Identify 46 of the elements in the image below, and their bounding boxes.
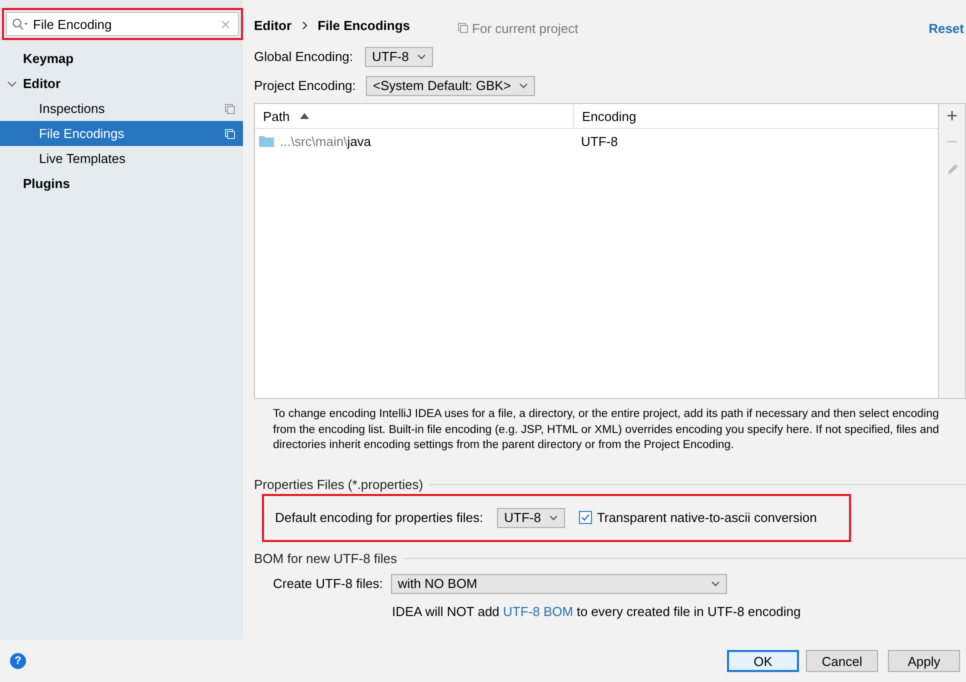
reset-link[interactable]: Reset [928,20,964,36]
bom-link[interactable]: UTF-8 BOM [503,604,574,618]
field-label: Default encoding for properties files: [275,510,484,525]
chevron-icon [416,54,426,60]
sort-up-icon [300,113,309,119]
dropdown[interactable]: UTF-8 [497,508,565,528]
breadcrumb-item[interactable]: File Encodings [318,18,410,32]
dialog-button[interactable]: Cancel [806,650,878,672]
folder-icon [259,135,274,147]
column-header[interactable]: Encoding [574,104,636,128]
column-header[interactable]: Path [255,104,574,128]
scope-note: For current project [472,20,578,36]
field-label: Project Encoding: [254,78,356,93]
chevron-icon [548,514,558,520]
dropdown[interactable]: UTF-8 [365,46,433,66]
search-field[interactable]: File Encoding [6,12,239,36]
field-label: Global Encoding: [254,49,354,64]
dropdown[interactable]: <System Default: GBK> [366,76,535,96]
sidebar-item[interactable]: File Encodings [0,121,243,146]
copy-icon [458,23,468,33]
field-label: Create UTF-8 files: [273,576,383,591]
dialog-button[interactable]: Apply [888,650,960,672]
chevron-down-icon[interactable] [6,78,16,88]
info-text: IDEA will NOT add UTF-8 BOM to every created file in UTF-8 encoding [392,604,802,618]
clear-icon[interactable] [221,20,230,29]
sidebar-item[interactable]: Inspections [0,96,243,121]
chevron-right-icon [302,20,308,30]
sidebar-item[interactable]: Keymap [0,46,243,71]
sidebar-item[interactable]: Live Templates [0,146,243,171]
checkbox[interactable]: Transparent native-to-ascii conversion [578,510,817,525]
help-text: To change encoding IntelliJ IDEA uses for a file, a directory, or the entire project, add its path if necessary and then select encoding from the encoding list. Built-in file encoding (e.g. JSP, HTML or XML) overrides encoding you specify here. If not specified, files and directories inherit encoding settings from the parent directory or from the Project Encoding. [273,407,940,453]
help-button[interactable]: ? [10,653,26,669]
table-cell-text: UTF-8 [580,134,618,148]
chevron-icon [518,82,528,88]
sidebar-item[interactable]: Plugins [0,171,243,196]
add-button[interactable]: + [941,104,963,130]
dialog-button[interactable]: OK [727,650,799,672]
chevron-icon [710,580,720,586]
dropdown[interactable]: with NO BOM [390,574,727,594]
sidebar-item[interactable]: Editor [0,71,243,96]
section-title: Properties Files (*.properties) [254,476,424,492]
search-icon [12,18,28,30]
checkbox-icon [578,511,592,524]
breadcrumb-item[interactable]: Editor [254,18,292,32]
table-cell: ...\src\main\java [255,134,573,148]
section-title: BOM for new UTF-8 files [254,550,398,566]
